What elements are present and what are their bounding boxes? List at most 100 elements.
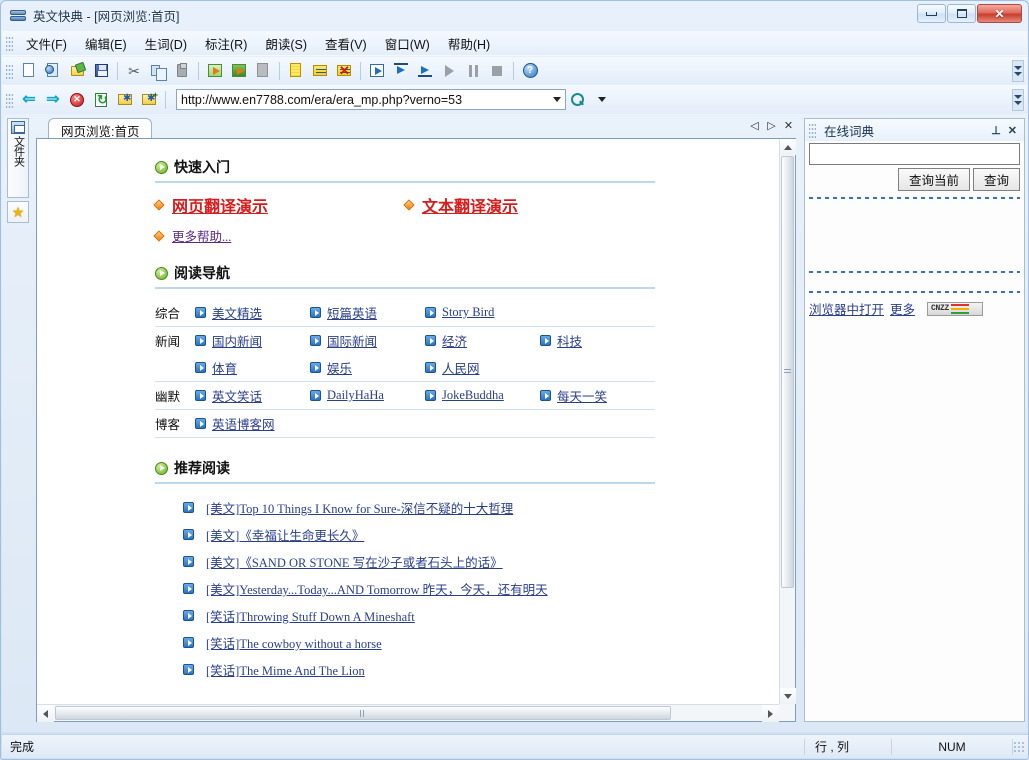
address-toolbar-overflow-button[interactable] xyxy=(1012,88,1024,111)
subtitle-button[interactable] xyxy=(309,60,331,82)
nav-link-domestic-news[interactable]: 国内新闻 xyxy=(195,331,262,350)
nav-link-technology[interactable]: 科技 xyxy=(540,331,582,350)
nav-link-economy[interactable]: 经济 xyxy=(425,331,467,350)
tab-web-browse[interactable]: 网页浏览:首页 xyxy=(48,118,153,139)
sidebar-item-favorites[interactable]: ★ xyxy=(7,201,29,223)
tab-prev-button[interactable]: ◁ xyxy=(749,119,760,132)
favorites-button[interactable] xyxy=(114,89,136,111)
nav-link-label[interactable]: DailyHaHa xyxy=(327,388,384,403)
cut-button[interactable]: ✂ xyxy=(123,60,145,82)
nav-link-label[interactable]: Story Bird xyxy=(442,305,494,320)
toolbar-overflow-button[interactable] xyxy=(1012,59,1024,82)
address-bar[interactable] xyxy=(176,89,566,110)
close-button[interactable]: ✕ xyxy=(977,4,1022,23)
scroll-right-button[interactable] xyxy=(762,705,779,722)
tab-close-button[interactable]: ✕ xyxy=(783,119,794,132)
scroll-up-button[interactable] xyxy=(780,139,796,155)
nav-link-english-blog[interactable]: 英语博客网 xyxy=(195,414,275,433)
nav-link-sports[interactable]: 体育 xyxy=(195,358,237,377)
list-item[interactable]: [笑话]The cowboy without a horse xyxy=(155,629,675,656)
stop-loading-button[interactable]: ✕ xyxy=(66,89,88,111)
article-link[interactable]: [美文]Yesterday...Today...AND Tomorrow 昨天，… xyxy=(206,579,548,598)
scroll-down-button[interactable] xyxy=(780,688,796,704)
more-link[interactable]: 更多 xyxy=(890,299,915,318)
nav-link-label[interactable]: 英文笑话 xyxy=(212,386,262,405)
nav-link-label[interactable]: 娱乐 xyxy=(327,358,352,377)
nav-link-international-news[interactable]: 国际新闻 xyxy=(310,331,377,350)
article-link[interactable]: [美文]《SAND OR STONE 写在沙子或者石头上的话》 xyxy=(206,552,503,571)
quick-link-more-help[interactable]: 更多帮助... xyxy=(153,226,405,245)
open-in-browser-link[interactable]: 浏览器中打开 xyxy=(809,299,884,318)
play-translate-button[interactable] xyxy=(204,60,226,82)
search-button[interactable] xyxy=(567,89,589,111)
clear-subtitle-button[interactable]: ✕ xyxy=(333,60,355,82)
paste-button[interactable] xyxy=(171,60,193,82)
nav-link-label[interactable]: 美文精选 xyxy=(212,303,262,322)
nav-link-label[interactable]: 体育 xyxy=(212,358,237,377)
quick-link-text-demo-label[interactable]: 文本翻译演示 xyxy=(422,193,518,217)
menu-annotate[interactable]: 标注(R) xyxy=(196,31,256,56)
quick-link-webpage-demo[interactable]: 网页翻译演示 xyxy=(153,193,405,217)
nav-link-label[interactable]: 短篇英语 xyxy=(327,303,377,322)
add-favorite-button[interactable]: + xyxy=(138,89,160,111)
nav-link-english-jokes[interactable]: 英文笑话 xyxy=(195,386,262,405)
resize-grip-icon[interactable] xyxy=(1013,740,1025,753)
stop-button[interactable] xyxy=(486,60,508,82)
tab-next-button[interactable]: ▷ xyxy=(766,119,777,132)
article-link[interactable]: [美文]Top 10 Things I Know for Sure-深信不疑的十… xyxy=(206,498,513,517)
help-button[interactable]: ? xyxy=(519,60,541,82)
nav-link-entertainment[interactable]: 娱乐 xyxy=(310,358,352,377)
menu-read-aloud[interactable]: 朗读(S) xyxy=(256,31,316,56)
menu-file[interactable]: 文件(F) xyxy=(17,31,76,56)
nav-link-dailyhaha[interactable]: DailyHaHa xyxy=(310,388,384,403)
address-toolbar-grip[interactable] xyxy=(6,91,13,108)
horizontal-scrollbar[interactable] xyxy=(37,704,779,722)
dictionary-search-input[interactable] xyxy=(809,143,1020,165)
horizontal-scrollbar-thumb[interactable] xyxy=(55,706,671,720)
play-button[interactable] xyxy=(438,60,460,82)
nav-link-short-english[interactable]: 短篇英语 xyxy=(310,303,377,322)
article-link[interactable]: [笑话]Throwing Stuff Down A Mineshaft xyxy=(206,606,415,625)
menu-edit[interactable]: 编辑(E) xyxy=(76,31,136,56)
quick-link-text-demo[interactable]: 文本翻译演示 xyxy=(403,193,655,217)
search-dropdown-button[interactable] xyxy=(591,89,613,111)
sidebar-item-folder[interactable]: 文件夹 xyxy=(7,118,29,198)
nav-link-label[interactable]: JokeBuddha xyxy=(442,388,504,403)
list-item[interactable]: [笑话]The Mime And The Lion xyxy=(155,656,675,683)
back-button[interactable]: ⇐ xyxy=(18,89,40,111)
nav-link-label[interactable]: 科技 xyxy=(557,331,582,350)
nav-link-label[interactable]: 经济 xyxy=(442,331,467,350)
article-link[interactable]: [笑话]The cowboy without a horse xyxy=(206,633,382,652)
nav-link-label[interactable]: 英语博客网 xyxy=(212,414,275,433)
query-current-button[interactable]: 查询当前 xyxy=(897,168,970,191)
copy-button[interactable] xyxy=(147,60,169,82)
vertical-scrollbar-thumb[interactable] xyxy=(781,156,794,588)
address-dropdown-button[interactable] xyxy=(549,90,565,109)
list-item[interactable]: [美文]Top 10 Things I Know for Sure-深信不疑的十… xyxy=(155,494,675,521)
forward-button[interactable]: ⇒ xyxy=(42,89,64,111)
open-webpage-button[interactable] xyxy=(42,60,64,82)
menu-newwords[interactable]: 生词(D) xyxy=(136,31,196,56)
nav-link-jokebuddha[interactable]: JokeBuddha xyxy=(425,388,504,403)
pause-button[interactable] xyxy=(462,60,484,82)
nav-link-meiwen[interactable]: 美文精选 xyxy=(195,303,262,322)
close-icon[interactable]: ✕ xyxy=(1008,124,1017,137)
play-translate-all-button[interactable] xyxy=(228,60,250,82)
play-to-line-bottom-button[interactable] xyxy=(414,60,436,82)
menu-grip[interactable] xyxy=(6,35,13,51)
play-to-line-top-button[interactable] xyxy=(390,60,412,82)
word-list-button[interactable] xyxy=(285,60,307,82)
address-input[interactable] xyxy=(177,90,549,109)
nav-link-people-cn[interactable]: 人民网 xyxy=(425,358,480,377)
pin-icon[interactable]: ⊥ xyxy=(991,124,1001,137)
nav-link-label[interactable]: 每天一笑 xyxy=(557,386,607,405)
menu-help[interactable]: 帮助(H) xyxy=(439,31,499,56)
quick-link-more-help-label[interactable]: 更多帮助... xyxy=(172,226,231,245)
article-link[interactable]: [美文]《幸福让生命更长久》 xyxy=(206,525,364,544)
blank-document-button[interactable] xyxy=(252,60,274,82)
quick-link-webpage-demo-label[interactable]: 网页翻译演示 xyxy=(172,193,268,217)
minimize-button[interactable] xyxy=(917,4,946,23)
toolbar-grip[interactable] xyxy=(6,62,13,79)
open-file-button[interactable] xyxy=(66,60,88,82)
nav-link-label[interactable]: 人民网 xyxy=(442,358,480,377)
